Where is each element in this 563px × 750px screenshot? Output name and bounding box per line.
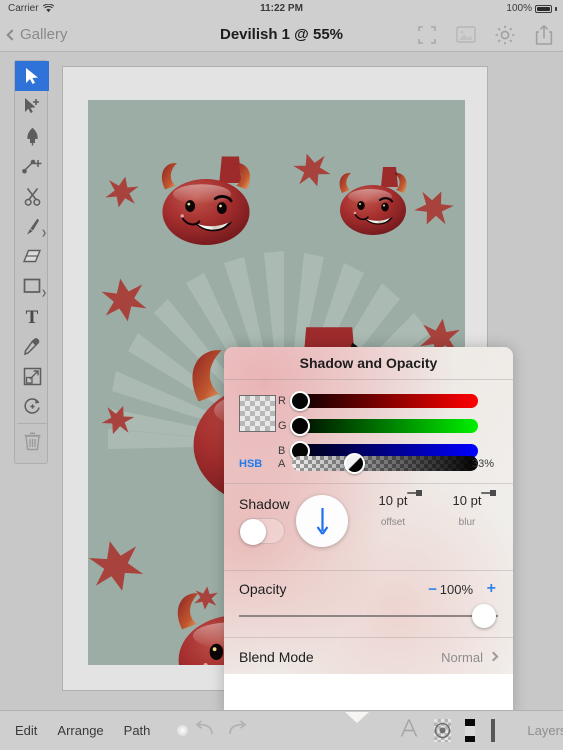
brush-tool[interactable]: ❯ (15, 211, 49, 241)
battery-percent-label: 100% (506, 3, 532, 14)
tool-palette: ❯ ❯ T (14, 60, 49, 464)
arrow-down-icon (316, 508, 328, 535)
alpha-row: HSB A 33% (224, 453, 513, 474)
text-tool[interactable]: T (15, 301, 49, 331)
path-menu-button[interactable]: Path (124, 723, 151, 738)
shadow-toggle[interactable] (239, 518, 285, 545)
shadow-blur-caption: blur (458, 517, 476, 528)
shadow-offset-knob[interactable] (416, 490, 423, 496)
opacity-value: 100% (439, 582, 473, 597)
pen-tool[interactable] (15, 121, 49, 151)
navigation-bar: Gallery Devilish 1 @ 55% (0, 17, 563, 52)
tool-divider (17, 423, 47, 424)
shadow-label: Shadow (239, 496, 290, 512)
slider-knob-r[interactable] (290, 390, 310, 411)
shadow-offset-caption: offset (380, 517, 406, 528)
text-style-icon[interactable] (398, 717, 420, 744)
opacity-label: Opacity (239, 581, 287, 597)
transparent-color-swatch[interactable] (239, 395, 276, 432)
shadow-and-opacity-popover[interactable]: Shadow and Opacity R 0 G 0 B (224, 347, 513, 715)
transform-tool[interactable] (15, 361, 49, 391)
fit-to-screen-icon[interactable] (416, 24, 438, 46)
fill-inner-swatch (465, 725, 476, 736)
eraser-tool[interactable] (15, 241, 49, 271)
shadow-toggle-knob (240, 519, 266, 545)
chevron-right-icon (488, 651, 499, 662)
app-root: Carrier 11:22 PM 100% Gallery Devilish 1… (0, 0, 563, 750)
battery-icon (535, 4, 552, 13)
rectangle-tool[interactable]: ❯ (15, 271, 49, 301)
svg-text:T: T (26, 307, 39, 326)
slider-track-r[interactable] (290, 390, 478, 411)
image-icon[interactable] (455, 24, 477, 46)
stroke-swatch-icon[interactable] (491, 719, 496, 742)
color-picker-block: R 0 G 0 B 0 HSB (224, 380, 513, 483)
opacity-slider-track[interactable] (239, 615, 498, 617)
undo-icon[interactable] (194, 720, 214, 741)
popover-footer (224, 674, 513, 715)
shadow-offset-value: 10 pt (378, 493, 408, 508)
shadow-direction-dial[interactable] (296, 495, 348, 547)
brush-tool-caret-icon: ❯ (41, 230, 47, 237)
slider-track-alpha[interactable] (292, 453, 478, 474)
arrange-menu-button[interactable]: Arrange (57, 723, 103, 738)
opacity-slider-knob[interactable] (472, 604, 496, 628)
edit-menu-button[interactable]: Edit (15, 723, 37, 738)
blend-mode-row[interactable]: Blend Mode Normal (224, 638, 513, 678)
bottom-toolbar: Edit Arrange Path Layers (0, 710, 563, 750)
blend-mode-label: Blend Mode (239, 649, 314, 665)
status-time: 11:22 PM (260, 3, 303, 14)
eyedropper-tool[interactable] (15, 331, 49, 361)
channel-row-g: G 0 (278, 415, 510, 436)
rectangle-tool-caret-icon: ❯ (41, 290, 47, 297)
popover-pointer-arrow (345, 712, 369, 723)
battery-cap-icon (555, 6, 557, 11)
opacity-section: Opacity − 100% + (224, 571, 513, 637)
nav-icon-group (416, 17, 555, 52)
opacity-decrease-button[interactable]: − (428, 581, 437, 598)
hsb-mode-button[interactable]: HSB (239, 458, 262, 470)
fill-swatch-icon[interactable] (465, 719, 476, 742)
scissors-tool[interactable] (15, 181, 49, 211)
status-bar: Carrier 11:22 PM 100% (0, 0, 563, 17)
shadow-offset-control[interactable]: 10 pt offset (359, 490, 427, 528)
alpha-value: 33% (472, 458, 495, 470)
shadow-section: Shadow 10 pt offset 10 pt blur (224, 484, 513, 570)
slider-knob-g[interactable] (290, 415, 310, 436)
direct-select-tool[interactable] (15, 91, 49, 121)
shadow-blur-control[interactable]: 10 pt blur (433, 490, 501, 528)
blend-mode-value: Normal (441, 650, 483, 665)
status-right: 100% (506, 3, 557, 14)
popover-title: Shadow and Opacity (224, 347, 513, 380)
delete-tool[interactable] (15, 426, 49, 456)
alpha-label: A (278, 458, 286, 470)
shadow-blur-knob[interactable] (490, 490, 497, 496)
rotate-tool[interactable] (15, 391, 49, 421)
slider-track-g[interactable] (290, 415, 478, 436)
channel-row-r: R 0 (278, 390, 510, 411)
shadow-blur-value: 10 pt (452, 493, 482, 508)
shadow-opacity-icon[interactable] (434, 719, 452, 742)
settings-gear-icon[interactable] (494, 24, 516, 46)
layers-button[interactable]: Layers (527, 723, 563, 738)
add-node-tool[interactable] (15, 151, 49, 181)
opacity-increase-button[interactable]: + (487, 580, 496, 598)
redo-icon[interactable] (228, 720, 248, 741)
share-export-icon[interactable] (533, 24, 555, 46)
select-tool[interactable] (15, 61, 49, 91)
slider-knob-alpha[interactable] (344, 453, 365, 474)
